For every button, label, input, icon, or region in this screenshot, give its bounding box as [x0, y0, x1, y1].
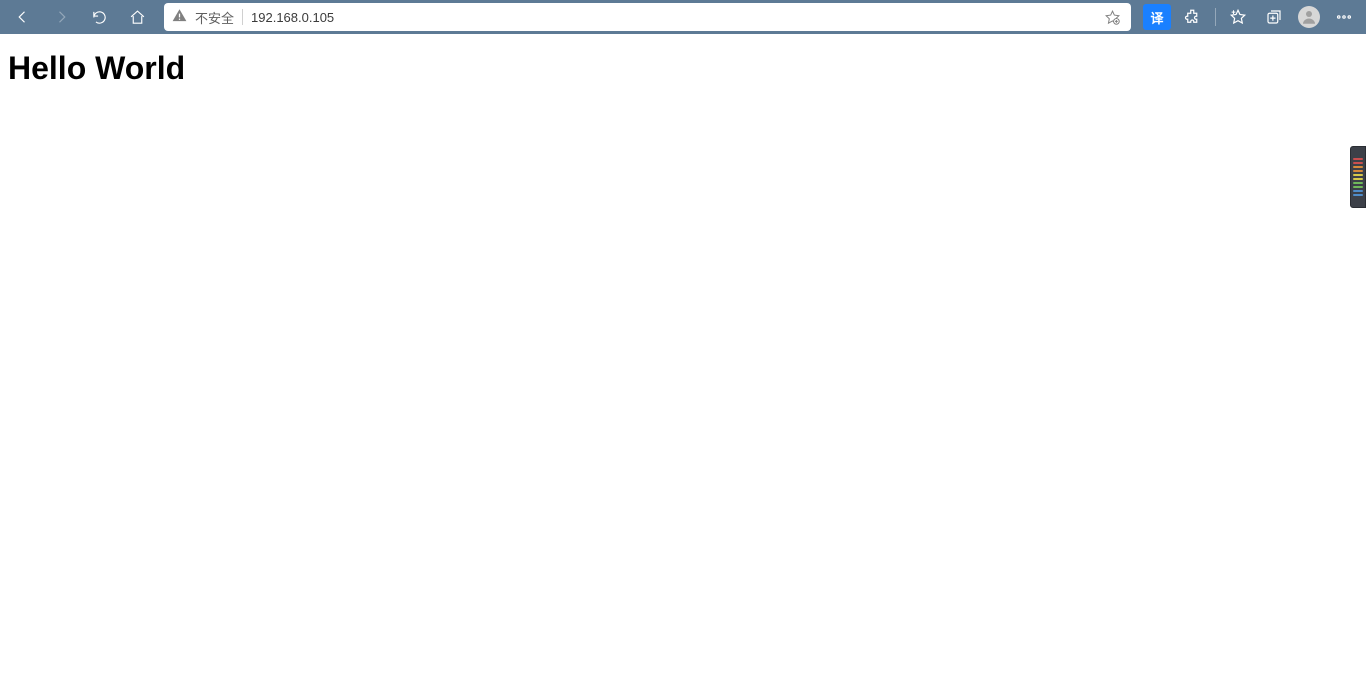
side-bar-stripe [1353, 170, 1363, 172]
page-content: Hello World [0, 34, 1366, 103]
browser-toolbar: 不安全 192.168.0.105 译 [0, 0, 1366, 34]
forward-button[interactable] [44, 3, 78, 31]
side-bar-stripe [1353, 174, 1363, 176]
extensions-button[interactable] [1177, 3, 1209, 31]
side-bar-stripe [1353, 178, 1363, 180]
translate-label: 译 [1150, 8, 1163, 27]
side-bar-stripe [1353, 194, 1363, 196]
address-bar[interactable]: 不安全 192.168.0.105 [164, 3, 1131, 31]
collections-button[interactable] [1258, 3, 1290, 31]
side-bar-stripe [1353, 166, 1363, 168]
not-secure-icon [172, 8, 187, 26]
url-text: 192.168.0.105 [251, 10, 1093, 25]
security-label: 不安全 [195, 8, 234, 27]
side-bar-stripe [1353, 158, 1363, 160]
side-bar-stripe [1353, 182, 1363, 184]
refresh-button[interactable] [82, 3, 116, 31]
toolbar-separator [1215, 8, 1216, 26]
side-bar-stripe [1353, 162, 1363, 164]
side-bar-stripe [1353, 190, 1363, 192]
translate-button[interactable]: 译 [1143, 4, 1171, 30]
profile-button[interactable] [1298, 6, 1320, 28]
address-separator [242, 9, 243, 25]
favorites-button[interactable] [1222, 3, 1254, 31]
more-button[interactable] [1328, 3, 1360, 31]
favorite-button[interactable] [1101, 6, 1123, 28]
page-heading: Hello World [8, 50, 1358, 87]
side-bar-stripe [1353, 186, 1363, 188]
side-panel-tab[interactable] [1350, 146, 1366, 208]
home-button[interactable] [120, 3, 154, 31]
back-button[interactable] [6, 3, 40, 31]
